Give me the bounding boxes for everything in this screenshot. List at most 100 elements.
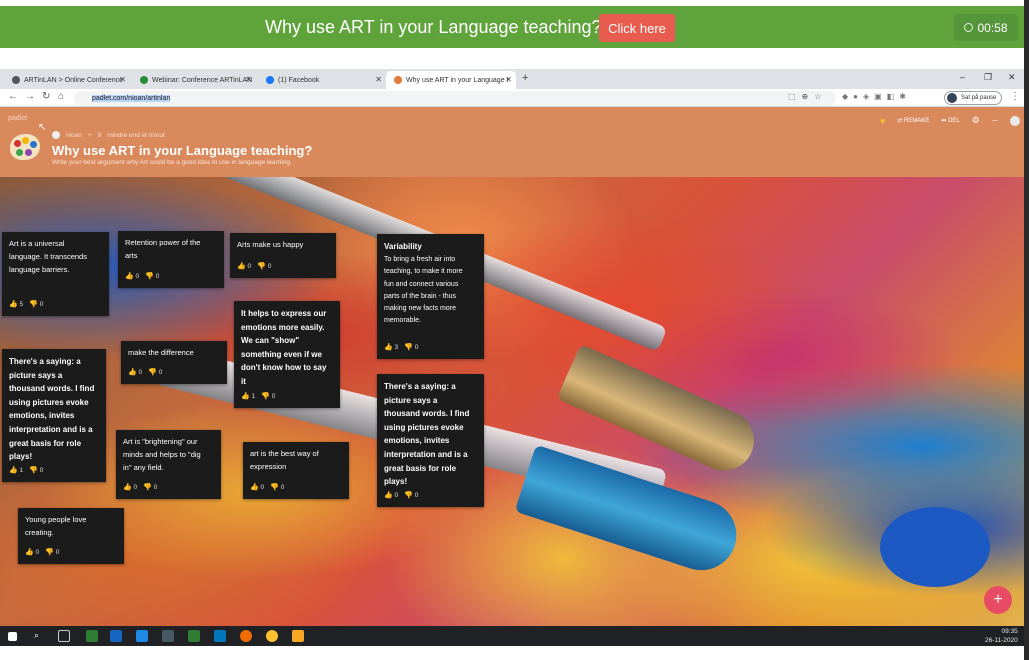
padlet-meta: nioan + 9 mindre end et minut — [52, 131, 165, 139]
thumbs-down-icon[interactable]: 👎 — [261, 393, 270, 400]
thumbs-up-icon[interactable]: 👍 — [384, 344, 393, 351]
tab-label: ARTinLAN > Online Conference — [24, 76, 124, 84]
reload-icon[interactable]: ↻ — [42, 91, 50, 102]
thumbs-up-icon[interactable]: 👍 — [125, 273, 134, 280]
thumbs-up-icon[interactable]: 👍 — [384, 492, 393, 499]
avatar — [947, 93, 957, 103]
post-card[interactable]: Art is "brightening" our minds and helps… — [116, 430, 221, 499]
browser-tab[interactable]: Webinar: Conference ARTinLAN ✕ — [132, 71, 256, 89]
window-close-icon[interactable]: ✕ — [1008, 72, 1016, 83]
firefox-icon[interactable] — [240, 630, 252, 642]
gear-icon[interactable]: ⚙ — [972, 115, 980, 126]
app-icon[interactable] — [162, 630, 174, 642]
task-view-icon[interactable] — [58, 630, 70, 642]
browser-tab[interactable]: (1) Facebook ✕ — [258, 71, 386, 89]
remake-button[interactable]: ⇄ REMAKE — [897, 117, 929, 124]
likes-count: 9 — [97, 131, 102, 139]
page-margin — [0, 646, 1029, 660]
minimize-icon[interactable]: – — [960, 72, 965, 82]
search-icon[interactable]: ⌕ — [34, 630, 39, 641]
post-card[interactable]: It helps to express our emotions more ea… — [234, 301, 340, 408]
extension-icons[interactable]: ◆●◈▣◧✱ — [842, 92, 911, 101]
close-icon[interactable]: ✕ — [119, 75, 126, 84]
home-icon[interactable]: ⌂ — [58, 91, 64, 102]
thumbs-down-icon[interactable]: 👎 — [145, 273, 154, 280]
post-card[interactable]: art is the best way of expression 👍 0 👎 … — [243, 442, 349, 499]
thumbs-up-icon[interactable]: 👍 — [123, 484, 132, 491]
new-tab-icon[interactable]: + — [522, 72, 528, 84]
browser-tab-active[interactable]: Why use ART in your Language t ✕ — [386, 71, 516, 89]
padlet-logo[interactable]: padlet — [8, 115, 27, 122]
thumbs-up-icon[interactable]: 👍 — [250, 484, 259, 491]
thumbs-up-icon[interactable]: 👍 — [237, 263, 246, 270]
padlet-description: Write your best argument why Art could b… — [52, 159, 292, 166]
thumbs-down-icon[interactable]: 👎 — [148, 369, 157, 376]
right-edge-strip — [1024, 0, 1029, 660]
address-bar[interactable]: padlet.com/nioan/artinlan — [74, 91, 836, 105]
share-button[interactable]: ➦ DEL — [941, 117, 959, 124]
post-reactions: 👍 1 👎 0 — [9, 467, 44, 475]
post-reactions: 👍 3 👎 0 — [384, 343, 419, 351]
user-avatar[interactable] — [1009, 115, 1020, 126]
thumbs-up-icon[interactable]: 👍 — [128, 369, 137, 376]
word-icon[interactable] — [136, 630, 148, 642]
thumbs-down-icon[interactable]: 👎 — [404, 492, 413, 499]
post-reactions: 👍 0 👎 0 — [123, 484, 158, 492]
more-icon[interactable]: — — [992, 118, 998, 124]
excel-icon[interactable] — [188, 630, 200, 642]
app-icon[interactable] — [292, 630, 304, 642]
post-card[interactable]: Young people love creating. 👍 0 👎 0 — [18, 508, 124, 564]
file-explorer-icon[interactable] — [86, 630, 98, 642]
timer-badge: 00:58 — [954, 14, 1018, 41]
maximize-icon[interactable]: ❐ — [984, 72, 992, 83]
back-icon[interactable]: ← — [8, 91, 18, 102]
paint-blob-shape — [880, 507, 990, 587]
post-card[interactable]: There's a saying: a picture says a thous… — [2, 349, 106, 482]
outlook-icon[interactable] — [110, 630, 122, 642]
thumbs-down-icon[interactable]: 👎 — [404, 344, 413, 351]
post-card[interactable]: make the difference 👍 0 👎 0 — [121, 341, 227, 384]
thumbs-down-icon[interactable]: 👎 — [257, 263, 266, 270]
post-card[interactable]: Variability To bring a fresh air into te… — [377, 234, 484, 359]
post-reactions: 👍 1 👎 0 — [241, 393, 276, 401]
post-card[interactable]: Art is a universal language. It transcen… — [2, 232, 109, 316]
post-reactions: 👍 0 👎 0 — [25, 549, 60, 557]
thumbs-up-icon[interactable]: 👍 — [25, 549, 34, 556]
post-card[interactable]: Arts make us happy 👍 0 👎 0 — [230, 233, 336, 278]
browser-toolbar: ← → ↻ ⌂ padlet.com/nioan/artinlan ⬚⊕☆ ◆●… — [0, 89, 1024, 107]
profile-pause-button[interactable]: Sat på pause — [944, 91, 1002, 105]
tab-label: Why use ART in your Language t — [406, 76, 509, 84]
post-card[interactable]: There's a saying: a picture says a thous… — [377, 374, 484, 507]
clock-icon — [964, 23, 974, 32]
browser-tab[interactable]: ARTinLAN > Online Conference ✕ — [4, 71, 130, 89]
page-action-icons[interactable]: ⬚⊕☆ — [788, 92, 827, 101]
thumbs-down-icon[interactable]: 👎 — [45, 549, 54, 556]
close-icon[interactable]: ✕ — [505, 75, 512, 84]
menu-kebab-icon[interactable]: ⋮ — [1010, 91, 1020, 102]
thumbs-up-icon[interactable]: 👍 — [241, 393, 250, 400]
forward-icon[interactable]: → — [25, 91, 35, 102]
thumbs-down-icon[interactable]: 👎 — [29, 301, 38, 308]
post-reactions: 👍 0 👎 0 — [237, 263, 272, 271]
chrome-icon[interactable] — [266, 630, 278, 642]
windows-start-icon[interactable] — [8, 632, 17, 641]
thumbs-down-icon[interactable]: 👎 — [270, 484, 279, 491]
banner-title: Why use ART in your Language teaching? — [265, 17, 602, 37]
post-reactions: 👍 5 👎 0 — [9, 301, 44, 309]
click-here-button[interactable]: Click here — [599, 14, 675, 42]
post-reactions: 👍 0 👎 0 — [125, 273, 160, 281]
app-icon[interactable] — [214, 630, 226, 642]
post-card[interactable]: Retention power of the arts 👍 0 👎 0 — [118, 231, 224, 288]
heart-icon[interactable]: ♥ — [880, 116, 885, 126]
close-icon[interactable]: ✕ — [245, 75, 252, 84]
system-clock[interactable]: 09:35 26-11-2020 — [985, 627, 1018, 645]
pause-label: Sat på pause — [961, 95, 997, 101]
add-post-button[interactable]: + — [984, 586, 1012, 614]
thumbs-down-icon[interactable]: 👎 — [143, 484, 152, 491]
thumbs-up-icon[interactable]: 👍 — [9, 301, 18, 308]
thumbs-down-icon[interactable]: 👎 — [29, 467, 38, 474]
close-icon[interactable]: ✕ — [375, 75, 382, 84]
browser-tab-strip: ARTinLAN > Online Conference ✕ Webinar: … — [0, 69, 1024, 89]
thumbs-up-icon[interactable]: 👍 — [9, 467, 18, 474]
padlet-actions: ♥ ⇄ REMAKE ➦ DEL ⚙ — — [880, 115, 1020, 126]
